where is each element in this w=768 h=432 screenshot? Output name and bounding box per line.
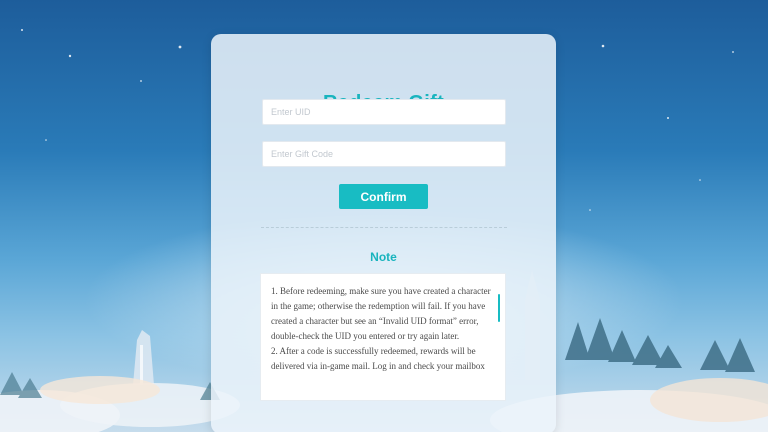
note-paragraph-1: 1. Before redeeming, make sure you have … xyxy=(271,286,491,341)
note-scrollbar[interactable] xyxy=(498,294,500,322)
redeem-gift-panel: Redeem Gift Confirm Note 1. Before redee… xyxy=(211,34,556,432)
uid-input[interactable] xyxy=(262,99,506,125)
note-title: Note xyxy=(370,250,397,264)
note-box[interactable]: 1. Before redeeming, make sure you have … xyxy=(260,273,506,401)
note-text: 1. Before redeeming, make sure you have … xyxy=(271,284,495,374)
divider xyxy=(261,227,507,228)
note-paragraph-2: 2. After a code is successfully redeemed… xyxy=(271,346,485,371)
gift-code-input[interactable] xyxy=(262,141,506,167)
confirm-button[interactable]: Confirm xyxy=(339,184,428,209)
